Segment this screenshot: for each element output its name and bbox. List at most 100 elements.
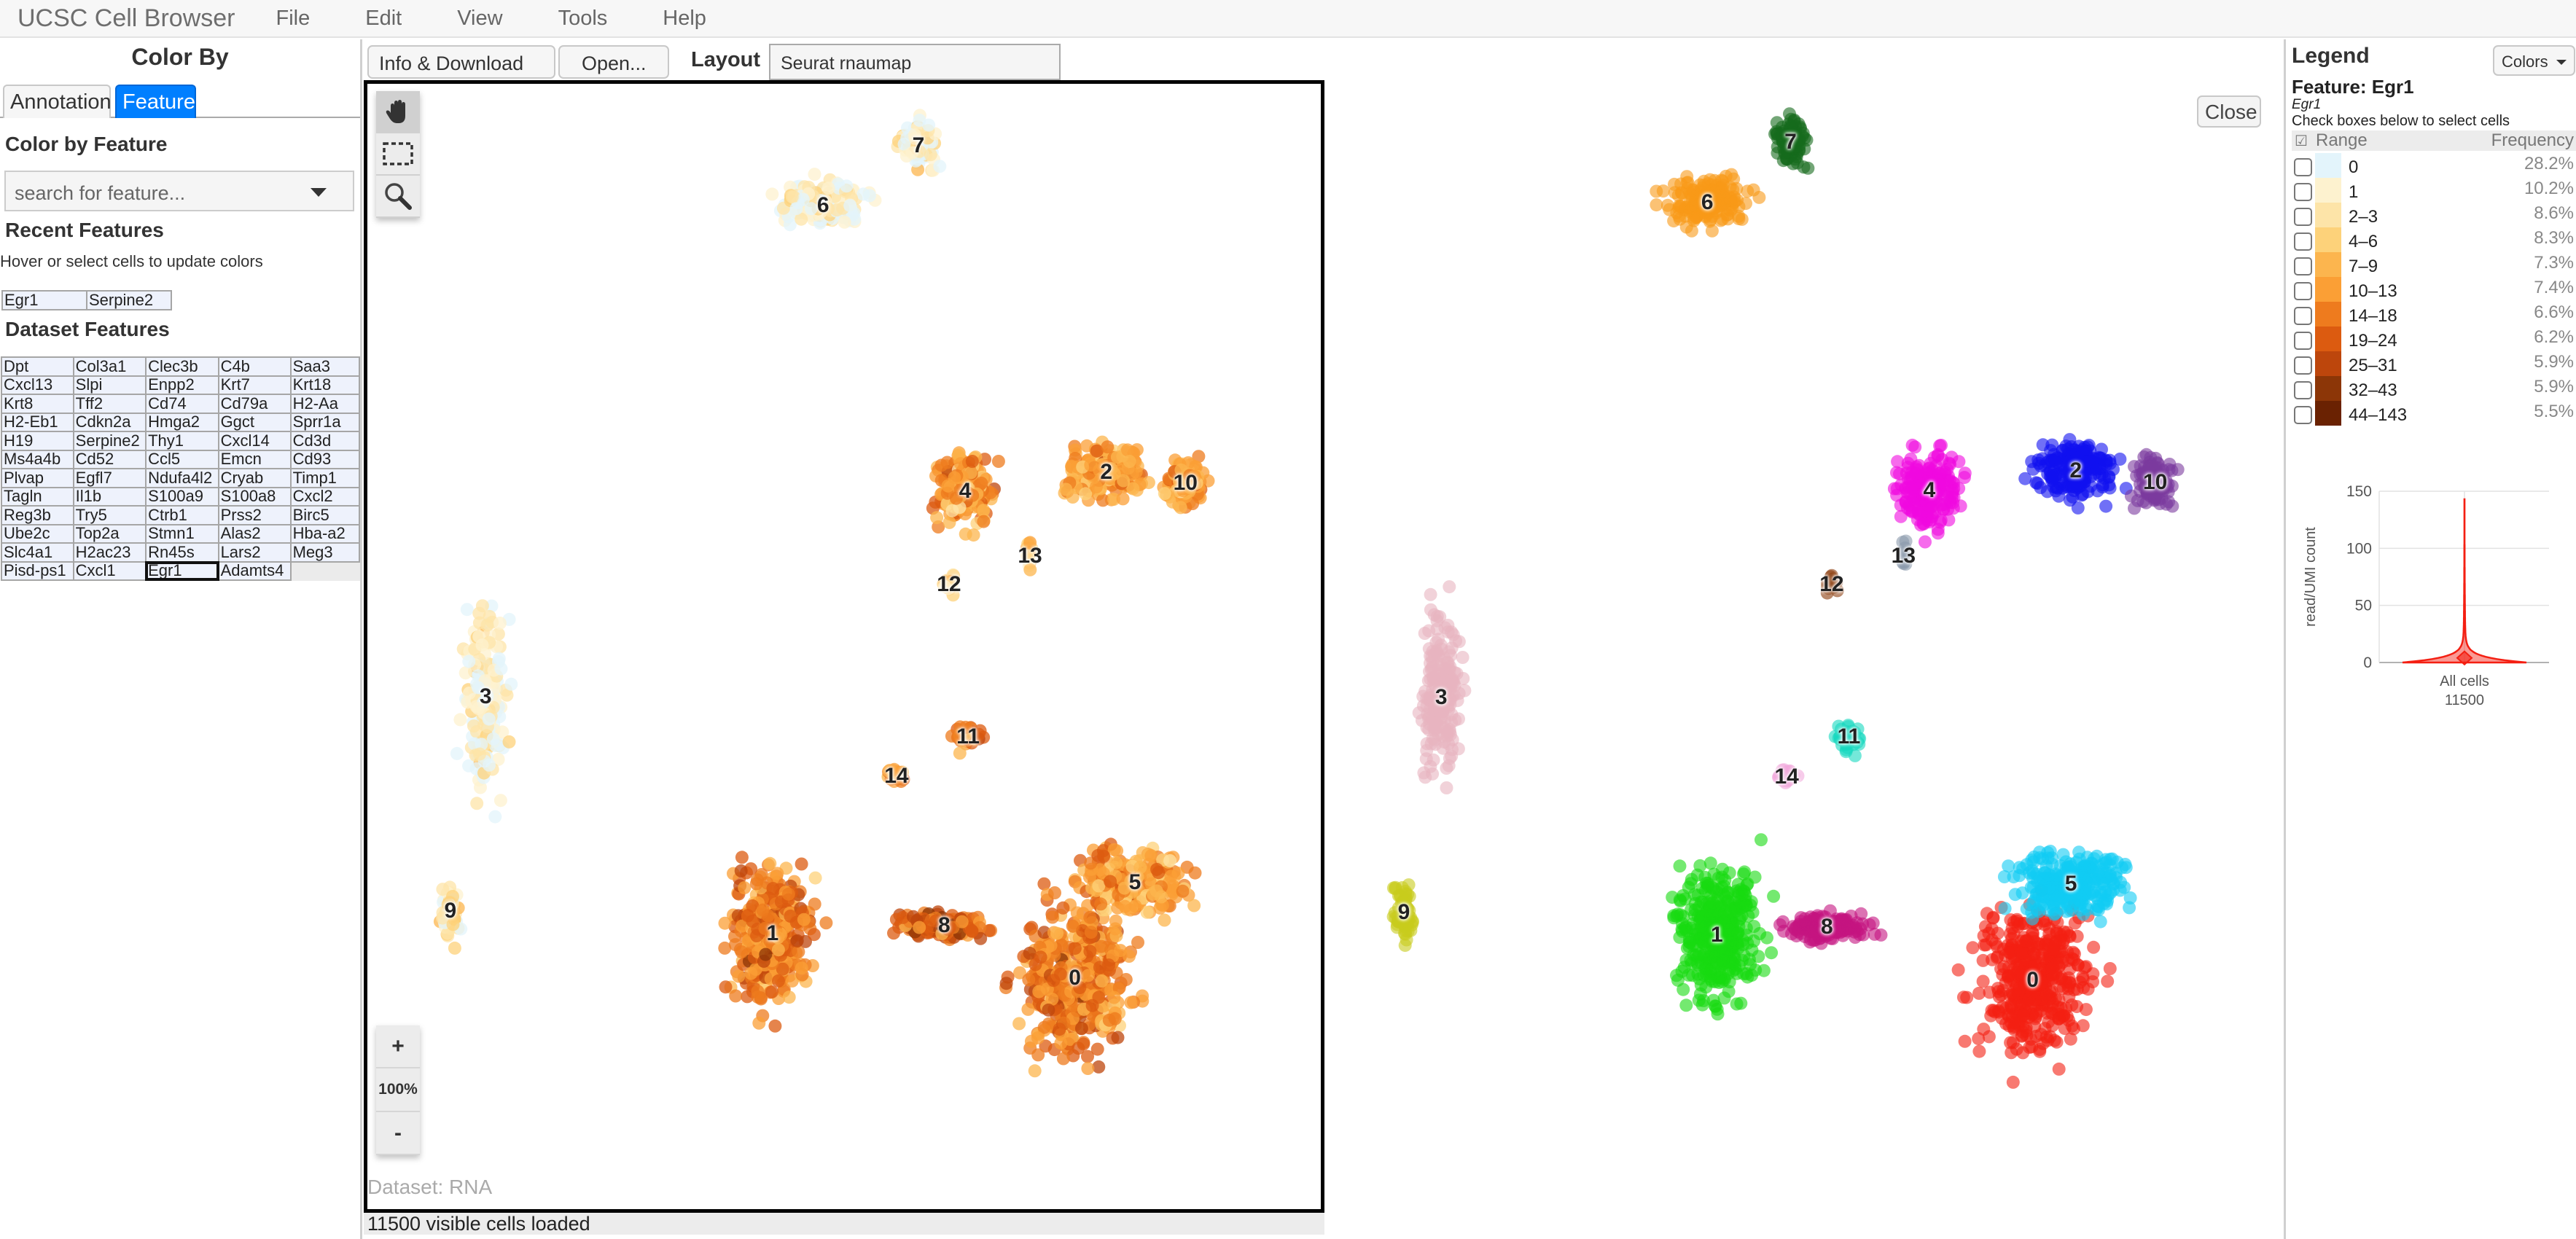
cell-dot-cluster-0[interactable] [1042, 1003, 1055, 1017]
cell-dot-cluster-2[interactable] [1116, 492, 1130, 506]
cell-dot-cluster-10[interactable] [1174, 501, 1187, 515]
cell-dot-cluster-1[interactable] [719, 980, 733, 994]
cell-dot-cluster-3[interactable] [470, 797, 484, 810]
dataset-feature[interactable]: S100a9 [145, 486, 219, 507]
cell-dot-cluster-4[interactable] [1958, 471, 1971, 485]
cell-dot-cluster-6[interactable] [838, 215, 851, 229]
cell-dot-cluster-3[interactable] [1433, 610, 1447, 624]
cell-dot-cluster-2[interactable] [2099, 499, 2113, 513]
cell-dot-cluster-3[interactable] [1435, 642, 1448, 656]
cell-dot-cluster-3[interactable] [1440, 781, 1453, 794]
dataset-feature[interactable]: Reg3b [1, 505, 74, 525]
dataset-feature[interactable]: Krt7 [217, 375, 292, 395]
cell-dot-cluster-4[interactable] [1901, 456, 1915, 470]
cell-dot-cluster-0[interactable] [1048, 886, 1061, 899]
cell-dot-cluster-0[interactable] [1053, 1023, 1066, 1036]
tab-feature[interactable]: Feature [115, 85, 196, 118]
cell-dot-cluster-0[interactable] [1021, 1002, 1035, 1016]
cell-dot-cluster-5[interactable] [2007, 870, 2021, 884]
cluster-label[interactable]: 5 [2065, 872, 2077, 896]
menu-help[interactable]: Help [663, 7, 706, 31]
cell-dot-cluster-1[interactable] [1715, 870, 1729, 884]
cluster-label[interactable]: 13 [1018, 544, 1042, 568]
cell-dot-cluster-0[interactable] [1114, 944, 1128, 958]
dataset-feature[interactable]: Stmn1 [145, 523, 219, 544]
cell-dot-cluster-0[interactable] [1124, 996, 1138, 1009]
cell-dot-cluster-0[interactable] [1972, 1044, 1986, 1058]
cell-dot-cluster-8[interactable] [1866, 916, 1880, 930]
zoom-out-button[interactable]: - [376, 1112, 420, 1155]
select-tool-button[interactable] [376, 133, 420, 176]
cell-dot-cluster-0[interactable] [2045, 961, 2059, 975]
menu-tools[interactable]: Tools [558, 7, 608, 31]
cell-dot-cluster-10[interactable] [1158, 487, 1171, 501]
cell-dot-cluster-8[interactable] [1833, 915, 1846, 929]
cell-dot-cluster-3[interactable] [1426, 767, 1440, 781]
cluster-label[interactable]: 4 [959, 479, 972, 504]
dataset-feature[interactable]: Prss2 [217, 505, 292, 525]
dataset-feature[interactable]: Pisd-ps1 [1, 560, 74, 581]
dataset-feature[interactable]: Hba-a2 [289, 523, 361, 544]
cell-dot-cluster-0[interactable] [1090, 1042, 1104, 1056]
cell-dot-cluster-5[interactable] [1144, 849, 1158, 863]
cell-dot-cluster-5[interactable] [1092, 879, 1106, 893]
cell-dot-cluster-3[interactable] [1443, 580, 1456, 594]
cell-dot-cluster-10[interactable] [2166, 499, 2179, 513]
cell-dot-cluster-0[interactable] [1034, 950, 1047, 964]
legend-row[interactable]: 4–6 8.3% [2292, 227, 2576, 252]
cell-dot-cluster-3[interactable] [472, 616, 486, 630]
cell-dot-cluster-1[interactable] [1734, 996, 1748, 1010]
cell-dot-cluster-2[interactable] [2113, 453, 2127, 466]
cell-dot-cluster-5[interactable] [2118, 858, 2132, 871]
cell-dot-cluster-5[interactable] [1150, 884, 1163, 898]
cluster-label[interactable]: 14 [884, 764, 908, 789]
cluster-scatter[interactable] [1324, 80, 2282, 1213]
legend-color-swatch[interactable] [2315, 227, 2341, 252]
legend-row-checkbox[interactable] [2294, 332, 2312, 350]
cluster-label[interactable]: 12 [1819, 572, 1843, 597]
cell-dot-cluster-5[interactable] [1128, 899, 1142, 913]
cell-dot-cluster-7[interactable] [913, 114, 926, 127]
cell-dot-cluster-0[interactable] [2005, 998, 2018, 1012]
cell-dot-cluster-0[interactable] [2029, 1007, 2043, 1021]
cell-dot-cluster-1[interactable] [756, 903, 770, 917]
cell-dot-cluster-2[interactable] [2049, 469, 2063, 482]
cell-dot-cluster-3[interactable] [1424, 587, 1437, 601]
cell-dot-cluster-5[interactable] [2027, 851, 2041, 864]
cell-dot-cluster-2[interactable] [1059, 482, 1073, 496]
cluster-label[interactable]: 10 [2143, 470, 2167, 495]
cell-dot-cluster-0[interactable] [1031, 1048, 1045, 1062]
cell-dot-cluster-8[interactable] [965, 924, 979, 938]
cell-dot-cluster-5[interactable] [2053, 878, 2066, 891]
cell-dot-cluster-4[interactable] [977, 515, 991, 528]
cell-dot-cluster-0[interactable] [1111, 1031, 1125, 1044]
cell-dot-cluster-1[interactable] [734, 864, 748, 878]
cell-dot-cluster-2[interactable] [2056, 481, 2069, 495]
cell-dot-cluster-4[interactable] [959, 527, 972, 541]
dataset-feature[interactable]: H2-Aa [289, 394, 361, 414]
cell-dot-cluster-4[interactable] [1905, 438, 1919, 452]
legend-row-checkbox[interactable] [2294, 307, 2312, 325]
cell-dot-cluster-1[interactable] [1753, 927, 1767, 940]
dataset-feature[interactable]: Cxcl13 [1, 375, 74, 395]
cell-dot-cluster-2[interactable] [2050, 451, 2064, 464]
cell-dot-cluster-0[interactable] [2071, 958, 2085, 972]
cell-dot-cluster-0[interactable] [1988, 937, 2002, 950]
cell-dot-cluster-5[interactable] [1158, 913, 1171, 927]
cell-dot-cluster-3[interactable] [475, 638, 489, 652]
cell-dot-cluster-10[interactable] [2124, 489, 2138, 503]
cell-dot-cluster-1[interactable] [1684, 953, 1698, 967]
legend-row[interactable]: 44–143 5.5% [2292, 401, 2576, 426]
dataset-feature[interactable]: Timp1 [289, 468, 361, 488]
cell-dot-cluster-1[interactable] [771, 974, 785, 988]
cell-dot-cluster-5[interactable] [1176, 884, 1190, 898]
cell-dot-cluster-1[interactable] [1767, 889, 1781, 903]
cell-dot-cluster-8[interactable] [889, 912, 903, 926]
cluster-label[interactable]: 0 [1069, 966, 1081, 990]
cell-dot-cluster-1[interactable] [1709, 999, 1722, 1013]
cluster-label[interactable]: 7 [1784, 130, 1797, 155]
dataset-feature[interactable]: Emcn [217, 449, 292, 469]
cell-dot-cluster-3[interactable] [450, 746, 464, 760]
dataset-feature[interactable]: Birc5 [289, 505, 361, 525]
cell-dot-cluster-9[interactable] [448, 941, 461, 955]
